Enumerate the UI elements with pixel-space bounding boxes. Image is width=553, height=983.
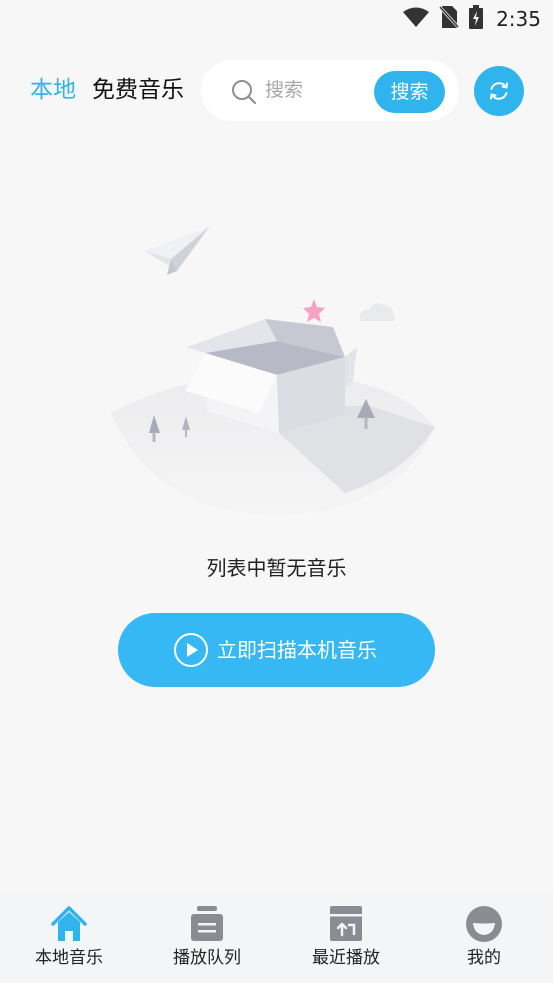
profile-icon <box>466 906 502 942</box>
bottom-nav: 本地音乐 播放队列 最近播放 我的 <box>0 891 553 983</box>
search-icon <box>231 79 257 109</box>
nav-label-local-music: 本地音乐 <box>35 948 103 968</box>
home-icon <box>51 906 87 941</box>
status-time: 2:35 <box>496 7 541 31</box>
nav-label-recent-plays: 最近播放 <box>312 948 380 968</box>
queue-icon <box>191 906 223 941</box>
battery-charging-icon <box>468 5 484 33</box>
nav-item-recent-plays[interactable]: 最近播放 <box>286 891 406 983</box>
wifi-icon <box>402 6 430 32</box>
nav-item-profile[interactable]: 我的 <box>424 891 544 983</box>
header: 本地 免费音乐 搜索 搜索 <box>0 58 553 122</box>
nav-label-profile: 我的 <box>467 948 501 968</box>
search-button[interactable]: 搜索 <box>374 71 445 113</box>
scan-local-music-button[interactable]: 立即扫描本机音乐 <box>118 613 435 687</box>
status-bar: 2:35 <box>0 0 553 38</box>
search-bar[interactable]: 搜索 搜索 <box>201 60 459 121</box>
tab-local[interactable]: 本地 <box>30 74 76 106</box>
empty-list-message: 列表中暂无音乐 <box>206 556 347 580</box>
paper-plane-icon <box>145 227 209 275</box>
search-input[interactable]: 搜索 <box>265 77 303 103</box>
nav-item-play-queue[interactable]: 播放队列 <box>147 891 267 983</box>
nav-label-play-queue: 播放队列 <box>173 948 241 968</box>
refresh-button[interactable] <box>474 66 524 116</box>
empty-box-illustration <box>105 215 445 524</box>
play-circle-icon <box>173 632 209 672</box>
scan-button-label: 立即扫描本机音乐 <box>217 638 377 662</box>
recent-icon <box>330 906 362 941</box>
no-sim-icon <box>437 4 461 33</box>
status-icons: 2:35 <box>402 4 541 33</box>
tab-free-music[interactable]: 免费音乐 <box>92 74 184 106</box>
refresh-icon <box>490 82 508 100</box>
nav-item-local-music[interactable]: 本地音乐 <box>9 891 129 983</box>
